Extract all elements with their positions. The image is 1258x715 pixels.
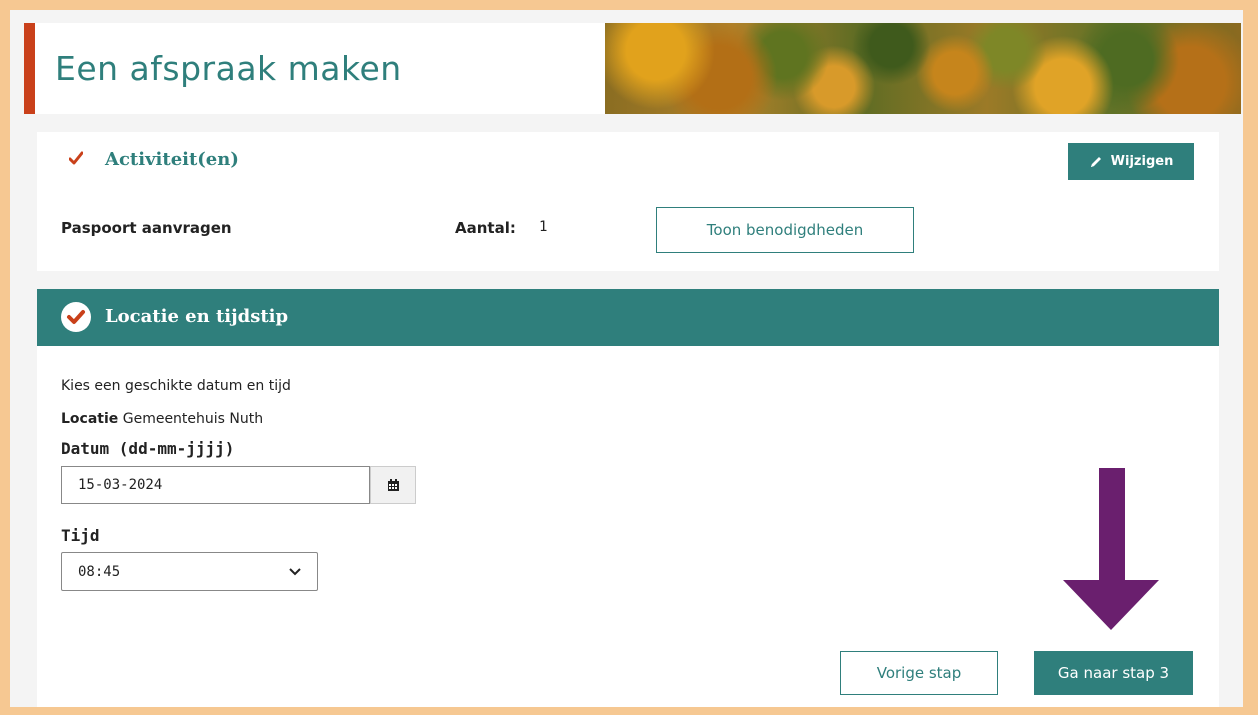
instruction-text: Kies een geschikte datum en tijd [61, 378, 291, 394]
activities-title: Activiteit(en) [105, 149, 239, 170]
date-label: Datum (dd-mm-jjjj) [61, 439, 235, 458]
page-frame: Een afspraak maken Activiteit(en) Wijzig… [10, 10, 1243, 707]
count-value: 1 [539, 219, 548, 235]
arrow-down-icon [1063, 468, 1159, 630]
previous-step-button[interactable]: Vorige stap [840, 651, 998, 695]
header-accent-bar [24, 23, 35, 114]
location-line: Locatie Gemeentehuis Nuth [61, 411, 263, 427]
date-value: 15-03-2024 [78, 477, 163, 493]
location-label: Locatie [61, 411, 119, 427]
time-select[interactable]: 08:45 [61, 552, 318, 591]
location-time-title: Locatie en tijdstip [105, 306, 289, 327]
check-icon [69, 151, 83, 165]
calendar-button[interactable] [370, 466, 416, 504]
edit-button-label: Wijzigen [1110, 154, 1174, 169]
location-time-card: Locatie en tijdstip Kies een geschikte d… [37, 289, 1219, 707]
page-title: Een afspraak maken [55, 49, 402, 88]
edit-button[interactable]: Wijzigen [1068, 143, 1194, 180]
page-header: Een afspraak maken [24, 23, 1241, 114]
pencil-icon [1090, 156, 1101, 167]
time-label: Tijd [61, 526, 100, 545]
show-requirements-button[interactable]: Toon benodigdheden [656, 207, 914, 253]
calendar-icon [387, 478, 399, 491]
count-label: Aantal: [455, 219, 516, 237]
time-value: 08:45 [78, 563, 121, 580]
location-value: Gemeentehuis Nuth [122, 411, 264, 427]
activity-name: Paspoort aanvragen [61, 219, 232, 237]
check-circle-icon [61, 302, 91, 332]
header-banner-image [605, 23, 1241, 114]
next-step-button[interactable]: Ga naar stap 3 [1034, 651, 1193, 695]
date-input[interactable]: 15-03-2024 [61, 466, 370, 504]
chevron-down-icon [289, 567, 301, 575]
activities-card: Activiteit(en) Wijzigen Paspoort aanvrag… [37, 132, 1219, 271]
location-time-header: Locatie en tijdstip [37, 289, 1219, 346]
